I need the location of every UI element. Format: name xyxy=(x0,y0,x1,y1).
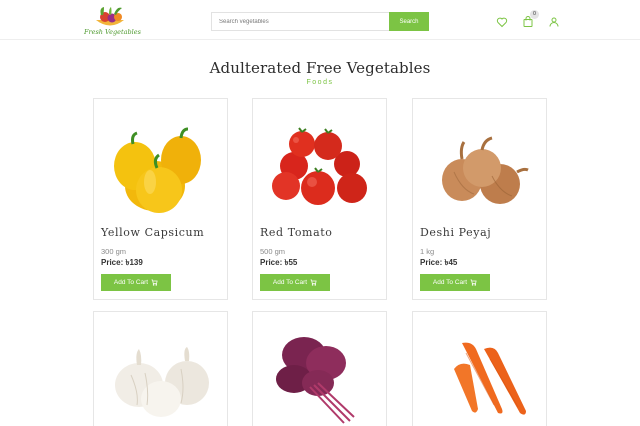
product-card[interactable] xyxy=(252,311,387,426)
search-input[interactable] xyxy=(211,12,389,31)
product-image[interactable] xyxy=(414,313,545,426)
add-to-cart-label: Add To Cart xyxy=(272,279,308,286)
product-image[interactable] xyxy=(95,100,226,218)
product-price: Price: ৳55 xyxy=(260,258,298,267)
cart-icon xyxy=(310,279,317,286)
brand-logo[interactable]: Fresh Vegetables xyxy=(84,5,141,37)
product-price: Price: ৳45 xyxy=(420,258,458,267)
add-to-cart-label: Add To Cart xyxy=(113,279,149,286)
product-card[interactable] xyxy=(93,311,228,426)
add-to-cart-button[interactable]: Add To Cart xyxy=(101,274,171,291)
product-name[interactable]: Red Tomato xyxy=(260,226,332,239)
product-weight: 300 gm xyxy=(101,247,127,256)
heart-icon[interactable] xyxy=(496,15,508,28)
product-name[interactable]: Deshi Peyaj xyxy=(420,226,491,239)
user-icon[interactable] xyxy=(548,15,560,27)
search-bar: Search xyxy=(211,12,429,31)
brand-name: Fresh Vegetables xyxy=(84,28,141,36)
product-card[interactable]: Yellow Capsicum 300 gm Price: ৳139 Add T… xyxy=(93,98,228,300)
add-to-cart-button[interactable]: Add To Cart xyxy=(260,274,330,291)
cart-icon xyxy=(151,279,158,286)
product-image[interactable] xyxy=(95,313,226,426)
product-card[interactable]: Red Tomato 500 gm Price: ৳55 Add To Cart xyxy=(252,98,387,300)
product-card[interactable] xyxy=(412,311,547,426)
product-card[interactable]: Deshi Peyaj 1 kg Price: ৳45 Add To Cart xyxy=(412,98,547,300)
cart-icon xyxy=(470,279,477,286)
site-header: Fresh Vegetables Search 0 xyxy=(0,0,640,40)
product-image[interactable] xyxy=(254,100,385,218)
product-name[interactable]: Yellow Capsicum xyxy=(101,226,204,239)
product-image[interactable] xyxy=(414,100,545,218)
add-to-cart-button[interactable]: Add To Cart xyxy=(420,274,490,291)
product-weight: 500 gm xyxy=(260,247,286,256)
product-weight: 1 kg xyxy=(420,247,435,256)
section-title: Adulterated Free Vegetables xyxy=(209,59,431,77)
section-subtitle: Foods xyxy=(306,79,334,86)
add-to-cart-label: Add To Cart xyxy=(432,279,468,286)
product-image[interactable] xyxy=(254,313,385,426)
search-button[interactable]: Search xyxy=(389,12,429,31)
cart-count-badge: 0 xyxy=(530,10,539,19)
vegetable-basket-icon xyxy=(96,7,124,26)
product-price: Price: ৳139 xyxy=(101,258,143,267)
